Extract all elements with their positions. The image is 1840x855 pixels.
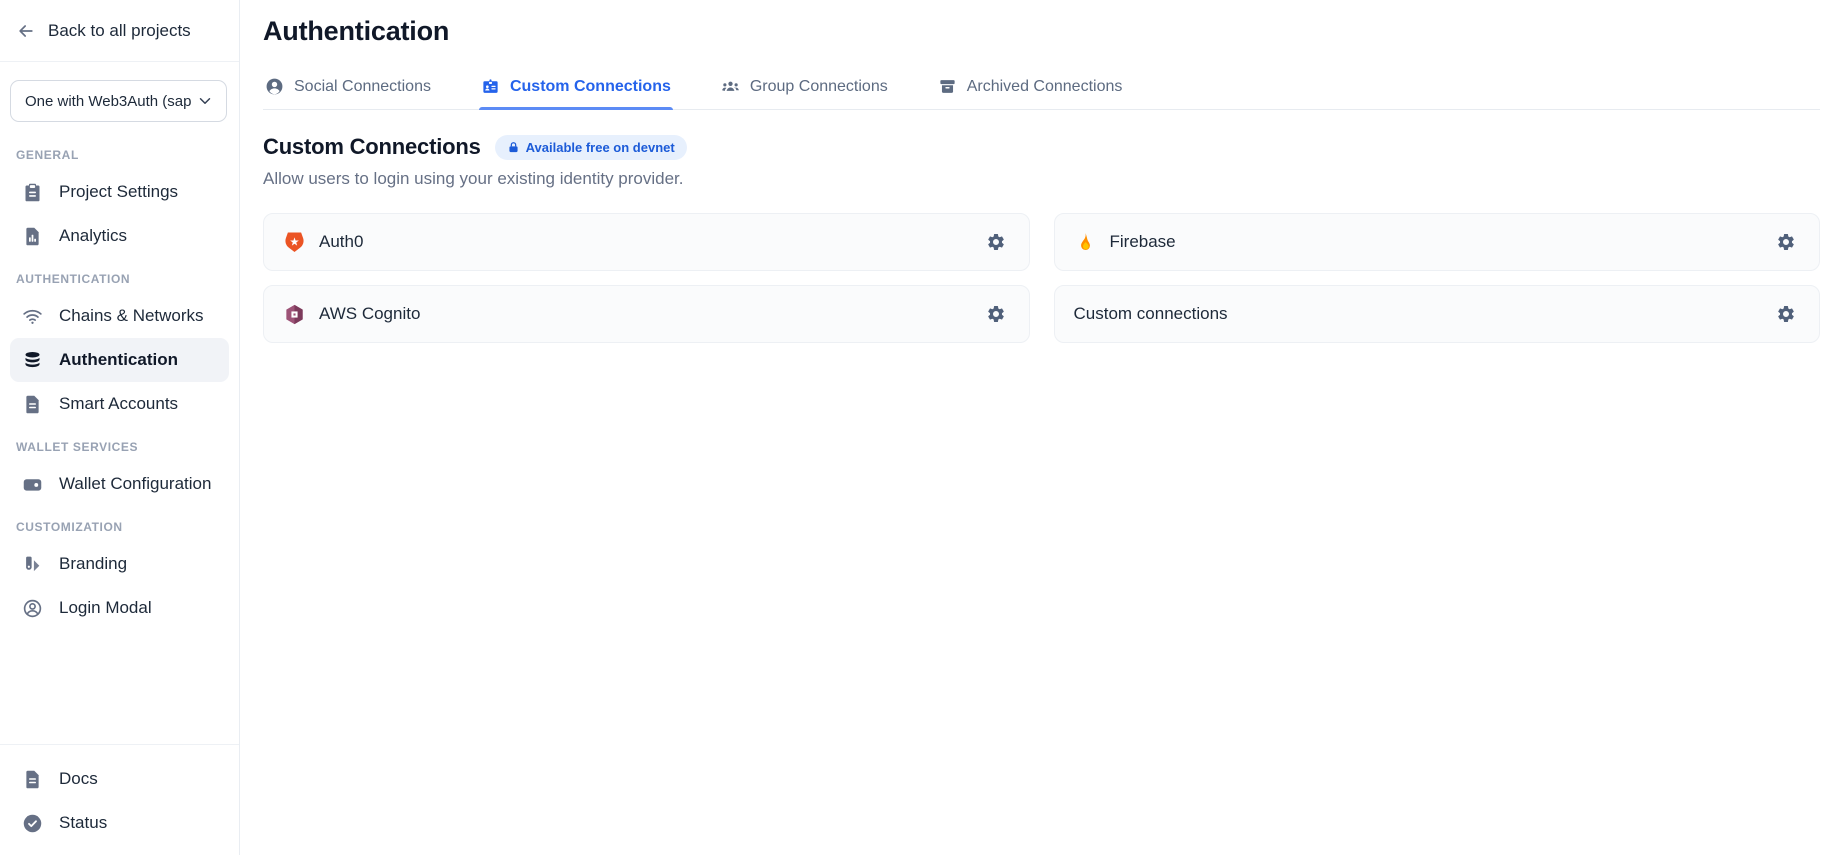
sidebar-item-label: Login Modal	[59, 598, 152, 618]
people-group-icon	[721, 77, 740, 96]
aws-cognito-settings-button[interactable]	[982, 300, 1010, 328]
tab-label: Group Connections	[750, 78, 888, 96]
custom-connections-settings-button[interactable]	[1772, 300, 1800, 328]
sidebar-footer: Docs Status	[0, 744, 239, 855]
tab-label: Archived Connections	[967, 78, 1123, 96]
sidebar-item-wallet-configuration[interactable]: Wallet Configuration	[10, 462, 229, 506]
connection-card-firebase[interactable]: Firebase	[1054, 213, 1821, 271]
tab-custom-connections[interactable]: Custom Connections	[479, 71, 673, 109]
app-window: Back to all projects One with Web3Auth (…	[0, 0, 1840, 855]
brush-icon	[22, 554, 43, 575]
sidebar-item-label: Wallet Configuration	[59, 474, 211, 494]
connection-name: Auth0	[319, 232, 363, 252]
project-selector-value: One with Web3Auth (sap	[25, 93, 191, 110]
tab-label: Social Connections	[294, 78, 431, 96]
id-badge-icon	[481, 77, 500, 96]
section-title: Custom Connections	[263, 134, 481, 160]
tab-social-connections[interactable]: Social Connections	[263, 71, 433, 109]
database-icon	[22, 350, 43, 371]
tab-archived-connections[interactable]: Archived Connections	[936, 71, 1125, 109]
sidebar-item-label: Status	[59, 813, 107, 833]
connection-card-custom[interactable]: Custom connections	[1054, 285, 1821, 343]
firebase-icon	[1074, 231, 1097, 254]
document-icon	[22, 769, 43, 790]
connections-grid: Auth0 Firebase	[263, 213, 1820, 343]
connection-card-auth0[interactable]: Auth0	[263, 213, 1030, 271]
sidebar-item-label: Smart Accounts	[59, 394, 178, 414]
sidebar-item-label: Analytics	[59, 226, 127, 246]
gear-icon	[986, 232, 1006, 252]
sidebar-item-project-settings[interactable]: Project Settings	[10, 170, 229, 214]
sidebar-item-label: Authentication	[59, 350, 178, 370]
devnet-badge: Available free on devnet	[495, 135, 687, 160]
connection-card-aws-cognito[interactable]: AWS Cognito	[263, 285, 1030, 343]
gear-icon	[1776, 232, 1796, 252]
sidebar: Back to all projects One with Web3Auth (…	[0, 0, 240, 855]
chevron-down-icon	[196, 92, 214, 110]
person-circle-icon	[265, 77, 284, 96]
arrow-left-icon	[16, 21, 36, 41]
aws-cognito-icon	[283, 303, 306, 326]
sidebar-item-label: Chains & Networks	[59, 306, 204, 326]
connection-name: AWS Cognito	[319, 304, 420, 324]
section-label-authentication: AUTHENTICATION	[10, 258, 229, 294]
sidebar-item-docs[interactable]: Docs	[10, 757, 229, 801]
user-circle-icon	[22, 598, 43, 619]
connection-name: Firebase	[1110, 232, 1176, 252]
auth0-icon	[283, 231, 306, 254]
sidebar-item-chains-networks[interactable]: Chains & Networks	[10, 294, 229, 338]
sidebar-item-label: Docs	[59, 769, 98, 789]
sidebar-item-authentication[interactable]: Authentication	[10, 338, 229, 382]
section-label-general: GENERAL	[10, 134, 229, 170]
back-to-projects-link[interactable]: Back to all projects	[0, 0, 239, 62]
sidebar-item-label: Branding	[59, 554, 127, 574]
section-subtitle: Allow users to login using your existing…	[263, 169, 1820, 189]
sidebar-item-status[interactable]: Status	[10, 801, 229, 845]
wallet-icon	[22, 474, 43, 495]
sidebar-item-smart-accounts[interactable]: Smart Accounts	[10, 382, 229, 426]
tab-bar: Social Connections Custom Connections Gr…	[263, 71, 1820, 110]
section-label-customization: CUSTOMIZATION	[10, 506, 229, 542]
tab-group-connections[interactable]: Group Connections	[719, 71, 890, 109]
archive-box-icon	[938, 77, 957, 96]
firebase-settings-button[interactable]	[1772, 228, 1800, 256]
auth0-settings-button[interactable]	[982, 228, 1010, 256]
wifi-icon	[22, 306, 43, 327]
document-icon	[22, 394, 43, 415]
back-link-label: Back to all projects	[48, 21, 191, 41]
sidebar-item-branding[interactable]: Branding	[10, 542, 229, 586]
sidebar-item-login-modal[interactable]: Login Modal	[10, 586, 229, 630]
sidebar-item-label: Project Settings	[59, 182, 178, 202]
gear-icon	[986, 304, 1006, 324]
sidebar-item-analytics[interactable]: Analytics	[10, 214, 229, 258]
devnet-badge-label: Available free on devnet	[526, 140, 675, 155]
main-content: Authentication Social Connections Custom…	[240, 0, 1840, 855]
sidebar-nav: GENERAL Project Settings Analytics AUTHE…	[0, 128, 239, 630]
connection-name: Custom connections	[1074, 304, 1228, 324]
clipboard-icon	[22, 182, 43, 203]
project-selector-dropdown[interactable]: One with Web3Auth (sap	[10, 80, 227, 122]
lock-icon	[507, 141, 520, 154]
page-title: Authentication	[263, 16, 1820, 47]
section-header: Custom Connections Available free on dev…	[263, 134, 1820, 160]
tab-label: Custom Connections	[510, 78, 671, 96]
analytics-doc-icon	[22, 226, 43, 247]
check-circle-icon	[22, 813, 43, 834]
section-label-wallet-services: WALLET SERVICES	[10, 426, 229, 462]
gear-icon	[1776, 304, 1796, 324]
